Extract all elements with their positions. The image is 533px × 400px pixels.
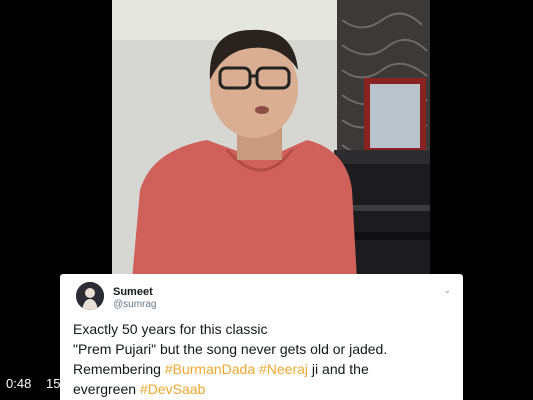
tweet-line: evergreen #DevSaab: [73, 379, 458, 399]
tweet-line: Remembering #BurmanDada #Neeraj ji and t…: [73, 359, 458, 379]
tweet-text-fragment: evergreen: [73, 381, 140, 397]
tweet-line: Exactly 50 years for this classic: [73, 321, 268, 337]
tweet-text-fragment: ji and the: [308, 361, 369, 377]
tweet-card[interactable]: Sumeet @sumrag ⌄ Exactly 50 years for th…: [60, 274, 463, 400]
hashtag-link[interactable]: #Neeraj: [259, 361, 308, 377]
elapsed-time: 0:48: [6, 376, 32, 391]
avatar[interactable]: [76, 282, 104, 310]
video-still-image: [112, 0, 430, 280]
avatar-image: [76, 282, 104, 310]
video-frame[interactable]: [112, 0, 430, 280]
total-time: 15: [46, 376, 61, 391]
tweet-text: Exactly 50 years for this classic "Prem …: [73, 319, 458, 399]
tweet-line: "Prem Pujari" but the song never gets ol…: [73, 341, 388, 357]
hashtag-link[interactable]: #DevSaab: [140, 381, 205, 397]
display-name[interactable]: Sumeet: [113, 286, 153, 298]
user-handle[interactable]: @sumrag: [113, 299, 157, 310]
tweet-text-fragment: Remembering: [73, 361, 165, 377]
hashtag-link[interactable]: #BurmanDada: [165, 361, 255, 377]
chevron-down-icon[interactable]: ⌄: [443, 285, 451, 296]
